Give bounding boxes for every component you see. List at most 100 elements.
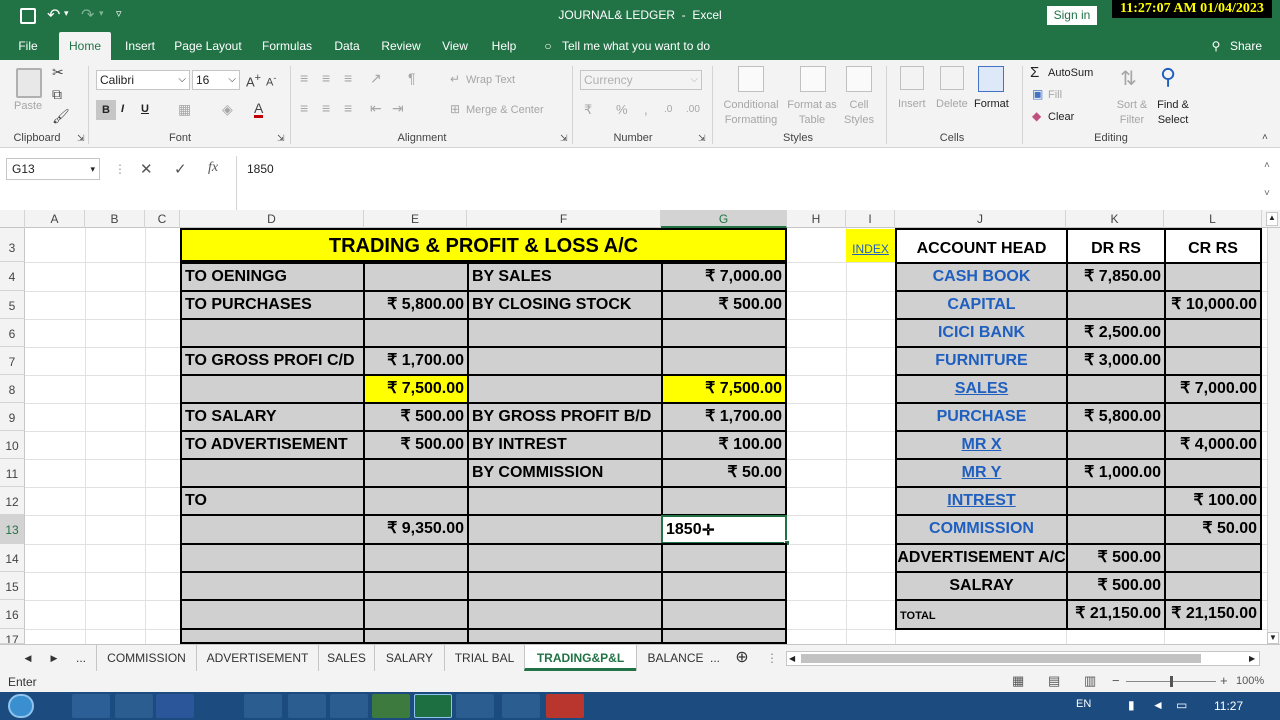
increase-decimal-icon[interactable]: .0 [664,104,672,115]
cell-f14[interactable] [467,543,663,573]
cell-f7[interactable] [467,346,663,376]
cell-e4[interactable] [363,262,469,292]
trial-cr[interactable]: ₹ 10,000.00 [1164,290,1262,320]
number-launcher-icon[interactable]: ⇲ [698,133,706,144]
conditional-formatting-icon[interactable] [738,66,764,92]
eraser-icon[interactable]: ◆ [1032,109,1041,123]
next-sheet-icon[interactable]: ▶ [46,645,62,671]
trial-dr[interactable]: ₹ 1,000.00 [1066,458,1166,488]
trading-title[interactable]: TRADING & PROFIT & LOSS A/C [180,228,787,262]
collapse-ribbon-icon[interactable]: ˄ [1262,132,1268,143]
cell-styles-button[interactable]: Cell Styles [838,98,880,128]
row-header[interactable]: 10 [0,431,25,459]
decrease-decimal-icon[interactable]: .00 [686,104,700,115]
cell-e13[interactable]: ₹ 9,350.00 [363,514,469,545]
tab-data[interactable]: Data [330,32,364,60]
underline-button[interactable]: U [141,103,149,115]
trial-dr[interactable] [1066,430,1166,460]
word-icon[interactable] [156,694,194,718]
row-header[interactable]: 17 [0,629,25,644]
taskbar-clock[interactable]: 11:27 [1214,699,1243,713]
cell-f16[interactable] [467,599,663,630]
redo-icon[interactable]: ↷ [81,5,94,25]
tab-insert[interactable]: Insert [119,32,161,60]
align-center-icon[interactable]: ≡ [322,100,330,116]
conditional-formatting-button[interactable]: Conditional Formatting [718,98,784,128]
shrink-font-icon[interactable]: A- [266,73,276,89]
column-header[interactable]: D [180,210,364,228]
column-header[interactable]: H [787,210,846,228]
trial-dr[interactable]: ₹ 500.00 [1066,571,1166,601]
cell-d6[interactable] [180,318,365,348]
trial-cr[interactable]: ₹ 7,000.00 [1164,374,1262,404]
trial-head[interactable]: MR Y [895,458,1068,488]
cell-d13[interactable] [180,514,365,545]
cell-d12[interactable]: TO [180,486,365,516]
cancel-entry-icon[interactable]: ✕ [140,160,153,178]
cell-f5[interactable]: BY CLOSING STOCK [467,290,663,320]
row-header[interactable]: 6 [0,319,25,347]
cell-d7[interactable]: TO GROSS PROFI C/D [180,346,365,376]
cell-f9[interactable]: BY GROSS PROFIT B/D [467,402,663,432]
trial-cr[interactable] [1164,318,1262,348]
cell-g7[interactable] [661,346,787,376]
zoom-in-icon[interactable]: + [1220,673,1228,688]
wrap-text-icon[interactable]: ↵ [450,72,460,86]
merge-center-icon[interactable]: ⊞ [450,102,460,116]
zoom-out-icon[interactable]: − [1112,673,1120,688]
app-c-green-icon[interactable] [372,694,410,718]
zoom-level[interactable]: 100% [1236,675,1264,687]
trial-cr[interactable] [1164,571,1262,601]
comma-style-icon[interactable]: , [644,102,648,117]
media-player-icon[interactable] [288,694,326,718]
tab-view[interactable]: View [438,32,472,60]
cell-e6[interactable] [363,318,469,348]
sheet-tab-sales[interactable]: SALES [318,645,374,671]
action-center-icon[interactable]: ▭ [1176,698,1187,712]
header-cr[interactable]: CR RS [1164,228,1262,264]
text-direction-icon[interactable]: ¶ [408,70,416,86]
sheet-tab-commission[interactable]: COMMISSION [96,645,196,671]
paint-icon[interactable] [330,694,368,718]
row-header[interactable]: 3 [0,228,25,262]
page-layout-view-icon[interactable]: ▤ [1048,673,1060,689]
trial-head[interactable]: FURNITURE [895,346,1068,376]
trial-dr[interactable]: ₹ 7,850.00 [1066,262,1166,292]
scroll-up-icon[interactable]: ▲ [1266,212,1278,226]
trial-dr[interactable]: ₹ 5,800.00 [1066,402,1166,432]
row-header[interactable]: 9 [0,403,25,431]
trial-dr[interactable] [1066,514,1166,545]
column-header[interactable]: G [661,210,787,228]
cell-d8[interactable] [180,374,365,404]
clear-button[interactable]: Clear [1048,111,1074,123]
copy-icon[interactable]: ⧉ [52,86,62,103]
save-icon[interactable] [20,8,36,24]
cell-g8[interactable]: ₹ 7,500.00 [661,374,787,404]
cell-g11[interactable]: ₹ 50.00 [661,458,787,488]
sheet-tab-balance[interactable]: BALANCE [636,645,714,671]
row-header[interactable]: 5 [0,291,25,319]
cell-f4[interactable]: BY SALES [467,262,663,292]
scrollbar-thumb[interactable] [801,654,1201,663]
undo-dropdown-icon[interactable]: ▾ [64,8,69,19]
format-cells-button[interactable]: Format [974,98,1009,110]
number-format-combo[interactable]: Currency ⌵ [580,70,702,90]
edge-icon[interactable] [115,694,153,718]
trial-cr[interactable] [1164,458,1262,488]
column-header[interactable]: I [846,210,895,228]
expand-formula-bar-icon[interactable]: ˄ [1264,160,1270,171]
cell-g4[interactable]: ₹ 7,000.00 [661,262,787,292]
cell-g15[interactable] [661,571,787,601]
confirm-entry-icon[interactable]: ✓ [174,160,187,178]
font-size-combo[interactable]: 16 ⌵ [192,70,240,90]
insert-cells-button[interactable]: Insert [898,98,926,110]
bold-button[interactable]: B [96,100,116,120]
increase-indent-icon[interactable]: ⇥ [392,100,404,117]
sheet-tab-trial-bal[interactable]: TRIAL BAL [444,645,524,671]
chrome-icon[interactable] [456,694,494,718]
horizontal-scrollbar[interactable]: ◀ ▶ [786,651,1260,666]
scroll-down-icon[interactable]: ▼ [1267,632,1279,644]
column-header[interactable]: L [1164,210,1262,228]
cell-f11[interactable]: BY COMMISSION [467,458,663,488]
cell-e9[interactable]: ₹ 500.00 [363,402,469,432]
